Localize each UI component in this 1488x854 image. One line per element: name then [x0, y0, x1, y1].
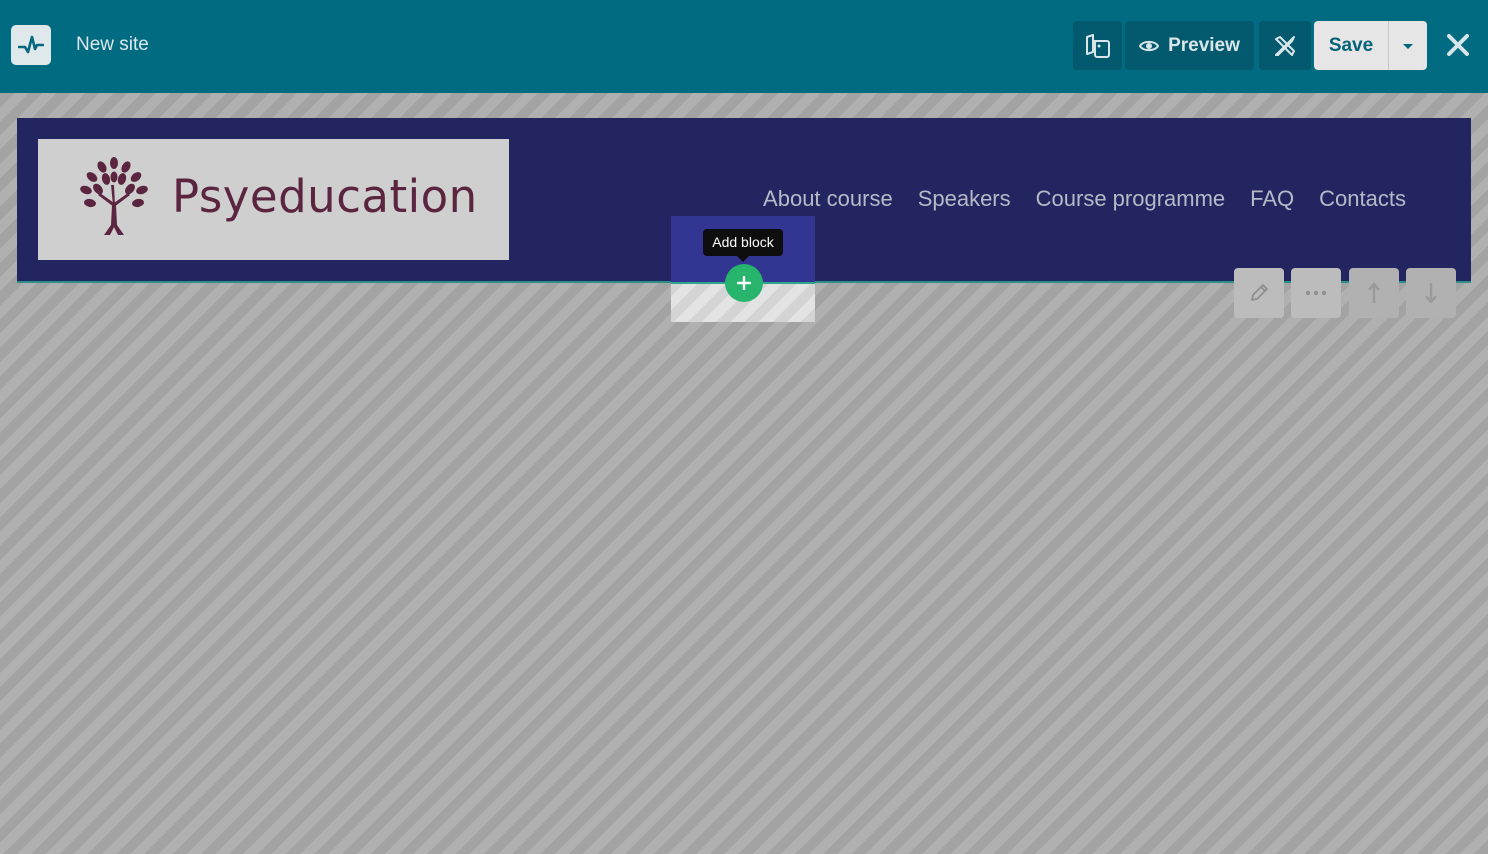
- pages-icon: [1085, 33, 1110, 58]
- pencil-icon: [1251, 284, 1268, 301]
- plus-icon: [737, 276, 751, 290]
- nav-course-programme[interactable]: Course programme: [1036, 186, 1226, 212]
- save-button-group: Save: [1314, 21, 1427, 70]
- brand-name: Psyeducation: [172, 170, 478, 223]
- preview-button[interactable]: Preview: [1125, 21, 1254, 70]
- brand-logo[interactable]: Psyeducation: [38, 139, 509, 260]
- eye-icon: [1139, 40, 1160, 51]
- preview-label: Preview: [1168, 34, 1240, 56]
- edit-block-button[interactable]: [1234, 268, 1284, 318]
- add-block-button[interactable]: [725, 264, 763, 302]
- tree-logo-icon: [80, 157, 148, 235]
- app-logo[interactable]: [11, 25, 51, 65]
- caret-down-icon: [1403, 43, 1413, 49]
- more-dots-icon: [1305, 290, 1327, 296]
- pages-button[interactable]: [1073, 21, 1122, 70]
- more-options-button[interactable]: [1291, 268, 1341, 318]
- arrow-up-icon: [1368, 282, 1380, 303]
- save-menu-button[interactable]: [1389, 21, 1427, 70]
- nav-about-course[interactable]: About course: [763, 186, 893, 212]
- close-button[interactable]: [1442, 29, 1474, 61]
- editor-topbar: New site Preview Save: [0, 0, 1488, 93]
- arrow-down-icon: [1425, 283, 1437, 304]
- nav-contacts[interactable]: Contacts: [1319, 186, 1406, 212]
- move-block-up-button[interactable]: [1349, 268, 1399, 318]
- save-button[interactable]: Save: [1314, 21, 1389, 70]
- design-button[interactable]: [1259, 21, 1311, 70]
- close-icon: [1447, 34, 1469, 56]
- design-tools-icon: [1275, 35, 1295, 56]
- nav-faq[interactable]: FAQ: [1250, 186, 1294, 212]
- site-nav: About course Speakers Course programme F…: [763, 186, 1406, 212]
- move-block-down-button[interactable]: [1406, 268, 1456, 318]
- nav-speakers[interactable]: Speakers: [918, 186, 1011, 212]
- activity-pulse-icon: [18, 35, 44, 54]
- add-block-tooltip: Add block: [703, 229, 783, 262]
- site-name[interactable]: New site: [76, 33, 149, 57]
